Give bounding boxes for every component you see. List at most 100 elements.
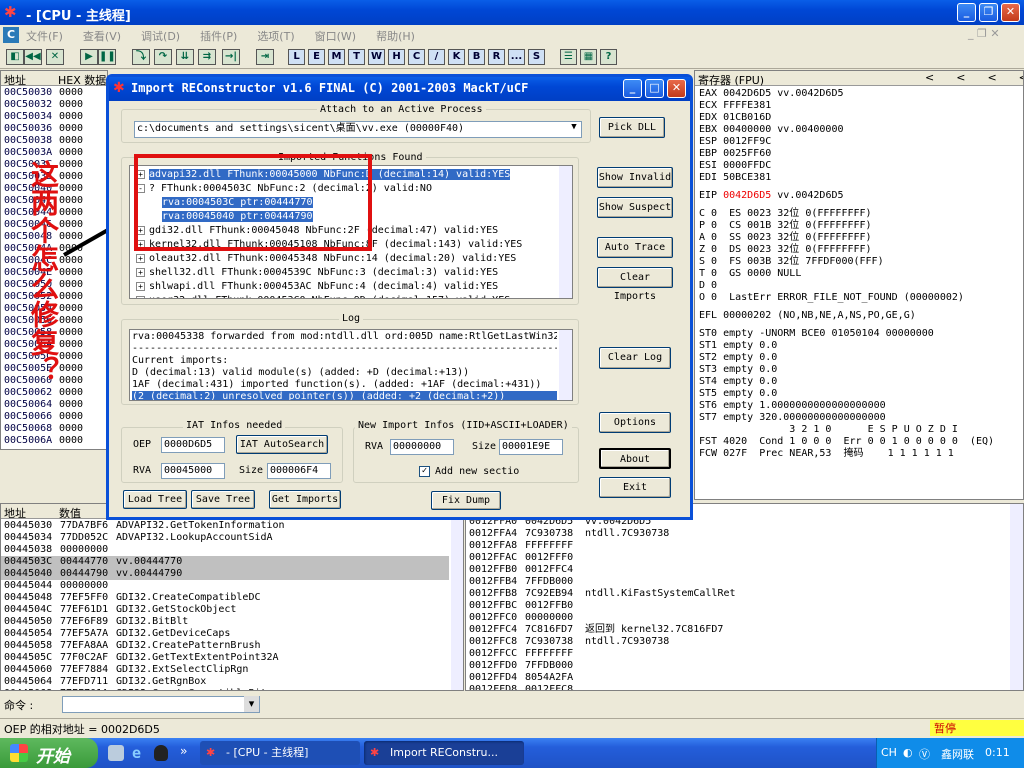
tree-expander-icon[interactable]: + <box>136 267 145 277</box>
registers-panel[interactable]: 寄存器 (FPU) <<<<> EAX 0042D6D5 vv.0042D6D5… <box>694 70 1024 500</box>
dump-row[interactable]: 00C50030 0000 <box>4 87 83 99</box>
iat-row[interactable]: 00445034 77DD052C ADVAPI32.LookupAccountSi… <box>1 532 449 544</box>
register-line[interactable]: ST2 empty 0.0 <box>699 352 994 364</box>
stack-row[interactable]: 0012FFA8 FFFFFFFF <box>469 540 736 552</box>
toolbar-letter-button[interactable]: L <box>288 49 305 65</box>
side-button-show-invalid[interactable]: Show Invalid <box>597 167 673 188</box>
fix-dump-button[interactable]: Fix Dump <box>431 491 501 510</box>
menu-item[interactable]: 插件(P) <box>200 28 237 44</box>
tree-expander-icon[interactable]: + <box>136 281 145 291</box>
help-icon[interactable]: ? <box>600 49 617 65</box>
side-button-auto-trace[interactable]: Auto Trace <box>597 237 673 258</box>
side-button-show-suspect[interactable]: Show Suspect <box>597 197 673 218</box>
dump-row[interactable]: 00C5003A 0000 <box>4 147 83 159</box>
stack-row[interactable]: 0012FFBC 0012FFB0 <box>469 600 736 612</box>
register-line[interactable]: D 0 <box>699 280 994 292</box>
command-input[interactable] <box>62 696 260 713</box>
toolbar-letter-button[interactable]: K <box>448 49 465 65</box>
register-line[interactable]: ST0 empty -UNORM BCE0 01050104 00000000 <box>699 328 994 340</box>
side-button-clear-imports[interactable]: Clear Imports <box>597 267 673 302</box>
iat-row[interactable]: 00445048 77EF5FF0 GDI32.CreateCompatibleDC <box>1 592 449 604</box>
iat-autosearch-button[interactable]: IAT AutoSearch <box>236 435 328 454</box>
new-size-field[interactable]: 00001E9E <box>499 439 563 455</box>
goto-icon[interactable]: ⇥ <box>256 49 274 65</box>
register-line[interactable]: ST7 empty 320.00000000000000000 <box>699 412 994 424</box>
register-line[interactable]: ECX FFFFE381 <box>699 100 994 112</box>
dump-row[interactable]: 00C50038 0000 <box>4 135 83 147</box>
iat-row[interactable]: 00445044 00000000 <box>1 580 449 592</box>
quicklaunch-more-icon[interactable]: » <box>180 744 187 758</box>
rewind-icon[interactable]: ◀◀ <box>24 49 42 65</box>
menu-item[interactable]: 文件(F) <box>26 28 63 44</box>
stack-row[interactable]: 0012FFAC 0012FFF0 <box>469 552 736 564</box>
menu-item[interactable]: 查看(V) <box>83 28 121 44</box>
windows-icon[interactable]: ▦ <box>580 49 597 65</box>
toolbar-letter-button[interactable]: B <box>468 49 485 65</box>
toolbar-letter-button[interactable]: E <box>308 49 325 65</box>
register-line[interactable]: EAX 0042D6D5 vv.0042D6D5 <box>699 88 994 100</box>
ime-indicator[interactable]: CH <box>881 746 897 759</box>
stack-row[interactable]: 0012FFCC FFFFFFFF <box>469 648 736 660</box>
register-line[interactable]: FST 4020 Cond 1 0 0 0 Err 0 0 1 0 0 0 0 … <box>699 436 994 448</box>
close-button[interactable]: ✕ <box>1001 3 1020 22</box>
iat-scrollbar[interactable] <box>451 520 463 690</box>
stack-row[interactable]: 0012FFD8 0012FFC8 <box>469 684 736 690</box>
register-line[interactable]: C 0 ES 0023 32位 0(FFFFFFFF) <box>699 208 994 220</box>
execute-till-return-icon[interactable]: →| <box>222 49 240 65</box>
register-line[interactable]: ESP 0012FF9C <box>699 136 994 148</box>
stack-row[interactable]: 0012FFB4 7FFDB000 <box>469 576 736 588</box>
exit-button[interactable]: Exit <box>599 477 671 498</box>
toolbar-letter-button[interactable]: H <box>388 49 405 65</box>
toolbar-letter-button[interactable]: ... <box>508 49 525 65</box>
step-into-icon[interactable]: ⤵ <box>132 49 150 65</box>
command-dropdown-icon[interactable]: ▾ <box>244 696 259 712</box>
iat-row[interactable]: 00445064 77EFD711 GDI32.GetRgnBox <box>1 676 449 688</box>
stack-row[interactable]: 0012FFC8 7C930738 ntdll.7C930738 <box>469 636 736 648</box>
register-line[interactable]: EFL 00000202 (NO,NB,NE,A,NS,PO,GE,G) <box>699 310 994 322</box>
stack-row[interactable]: 0012FFD4 8054A2FA <box>469 672 736 684</box>
menu-item[interactable]: 窗口(W) <box>315 28 356 44</box>
toolbar-letter-button[interactable]: / <box>428 49 445 65</box>
restore-button[interactable]: ❐ <box>979 3 998 22</box>
import-tree-node[interactable]: + shlwapi.dll FThunk:000453AC NbFunc:4 (d… <box>132 280 557 294</box>
menu-item[interactable]: 调试(D) <box>141 28 180 44</box>
register-nav-button[interactable]: < <box>987 71 996 84</box>
iat-row[interactable]: 00445038 00000000 <box>1 544 449 556</box>
iat-row[interactable]: 0044504C 77EF61D1 GDI32.GetStockObject <box>1 604 449 616</box>
stack-row[interactable]: 0012FFC0 00000000 <box>469 612 736 624</box>
load-tree-button[interactable]: Load Tree <box>123 490 187 509</box>
register-line[interactable]: ST6 empty 1.0000000000000000000 <box>699 400 994 412</box>
clear-log-button[interactable]: Clear Log <box>599 347 671 369</box>
process-dropdown-icon[interactable]: ▼ <box>567 122 581 137</box>
options-button[interactable]: Options <box>599 412 671 433</box>
toolbar-letter-button[interactable]: W <box>368 49 385 65</box>
register-line[interactable]: 3 2 1 0 E S P U O Z D I <box>699 424 994 436</box>
quicklaunch-desktop-icon[interactable] <box>108 745 124 761</box>
dump-row[interactable]: 00C50064 0000 <box>4 399 83 411</box>
log-view-icon[interactable]: ☰ <box>560 49 577 65</box>
stack-row[interactable]: 0012FFD0 7FFDB000 <box>469 660 736 672</box>
stack-scrollbar[interactable] <box>1010 504 1023 690</box>
register-line[interactable]: P 0 CS 001B 32位 0(FFFFFFFF) <box>699 220 994 232</box>
pause-icon[interactable]: ❚❚ <box>98 49 116 65</box>
register-nav-button[interactable]: < <box>956 71 965 84</box>
mdi-icon[interactable]: C <box>3 27 19 43</box>
import-tree-node[interactable]: + oleaut32.dll FThunk:00045348 NbFunc:14 … <box>132 252 557 266</box>
register-line[interactable]: EDX 01CB016D <box>699 112 994 124</box>
dump-row[interactable]: 00C50068 0000 <box>4 423 83 435</box>
register-line[interactable]: EBX 00400000 vv.00400000 <box>699 124 994 136</box>
iat-row[interactable]: 0044505C 77F0C2AF GDI32.GetTextExtentPoint… <box>1 652 449 664</box>
toolbar-letter-button[interactable]: T <box>348 49 365 65</box>
log-box[interactable]: rva:00045338 forwarded from mod:ntdll.dl… <box>129 329 573 401</box>
register-line[interactable]: A 0 SS 0023 32位 0(FFFFFFFF) <box>699 232 994 244</box>
rva-field[interactable]: 00045000 <box>161 463 225 479</box>
register-line[interactable]: EBP 0025FF60 <box>699 148 994 160</box>
stack-row[interactable]: 0012FFC4 7C816FD7 返回到 kernel32.7C816FD7 <box>469 624 736 636</box>
oep-field[interactable]: 0000D6D5 <box>161 437 225 453</box>
dialog-minimize-button[interactable]: _ <box>623 79 642 98</box>
stack-row[interactable]: 0012FFA4 7C930738 ntdll.7C930738 <box>469 528 736 540</box>
dump-row[interactable]: 00C50036 0000 <box>4 123 83 135</box>
import-tree-node[interactable]: + user32.dll FThunk:000453C0 NbFunc:9D (d… <box>132 294 557 298</box>
dump-col-hex[interactable]: HEX 数据 <box>58 72 106 88</box>
register-line[interactable]: EDI 50BCE381 <box>699 172 994 184</box>
